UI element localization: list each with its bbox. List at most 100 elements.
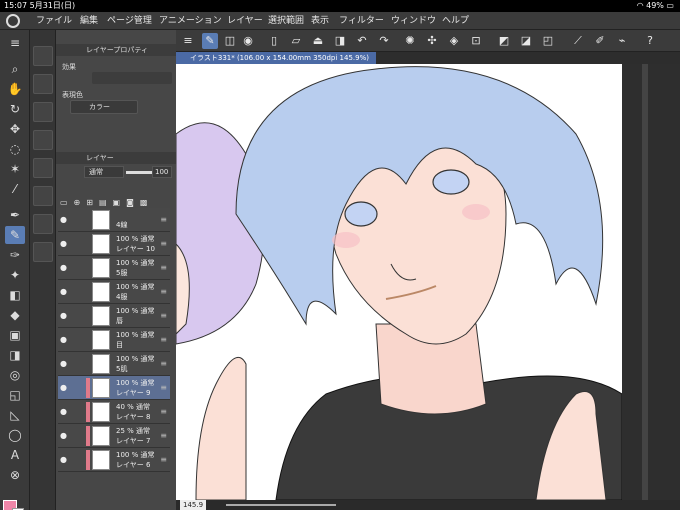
save-icon[interactable]: ⏏: [310, 33, 326, 49]
eyedropper-icon[interactable]: ⁄: [5, 180, 25, 198]
layer-drag-handle-icon[interactable]: ≡: [160, 431, 167, 440]
brush-icon[interactable]: ✎: [5, 226, 25, 244]
crop-icon[interactable]: ◪: [518, 33, 534, 49]
undo-icon[interactable]: ↶: [354, 33, 370, 49]
layer-row[interactable]: ● 100 % 通常目 ≡: [58, 328, 170, 352]
select-icon[interactable]: ◰: [540, 33, 556, 49]
subtool-icon[interactable]: [33, 46, 53, 66]
zoom-value[interactable]: 145.9: [180, 500, 207, 510]
frame-icon[interactable]: ◱: [5, 386, 25, 404]
subtool-icon[interactable]: [33, 130, 53, 150]
layer-panel-title[interactable]: レイヤー: [56, 152, 176, 164]
airbrush-icon[interactable]: ✑: [5, 246, 25, 264]
visibility-eye-icon[interactable]: ●: [60, 311, 67, 320]
layer-row[interactable]: ● 4線 ≡: [58, 208, 170, 232]
menu-window[interactable]: ウィンドウ: [391, 12, 436, 30]
brush-size-icon[interactable]: ✐: [592, 33, 608, 49]
visibility-eye-icon[interactable]: ●: [60, 335, 67, 344]
menu-icon[interactable]: ≡: [180, 33, 196, 49]
eraser-icon[interactable]: ◧: [5, 286, 25, 304]
subtool-icon[interactable]: [33, 102, 53, 122]
subtool-icon[interactable]: [33, 186, 53, 206]
blend-mode-select[interactable]: 通常: [84, 166, 124, 178]
visibility-eye-icon[interactable]: ●: [60, 239, 67, 248]
clear-icon[interactable]: ✣: [424, 33, 440, 49]
redo-icon[interactable]: ↷: [376, 33, 392, 49]
menu-edit[interactable]: 編集: [80, 12, 98, 30]
layer-drag-handle-icon[interactable]: ≡: [160, 287, 167, 296]
ruler-icon[interactable]: ◺: [5, 406, 25, 424]
menu-animation[interactable]: アニメーション: [159, 12, 222, 30]
document-tab[interactable]: イラスト331* (106.00 x 154.00mm 350dpi 145.9…: [176, 52, 376, 64]
visibility-eye-icon[interactable]: ●: [60, 455, 67, 464]
layer-row[interactable]: ● 100 % 通常 レイヤー 9 ≡: [58, 376, 170, 400]
layer-row[interactable]: ● 100 % 通常 5服 ≡: [58, 256, 170, 280]
layer-drag-handle-icon[interactable]: ≡: [160, 311, 167, 320]
pen-pressure-icon[interactable]: ⌁: [614, 33, 630, 49]
balloon-icon[interactable]: ◯: [5, 426, 25, 444]
subtool-icon[interactable]: [33, 158, 53, 178]
fill-bucket-icon[interactable]: ◈: [446, 33, 462, 49]
pen-mode-icon[interactable]: ✎: [202, 33, 218, 49]
layer-drag-handle-icon[interactable]: ≡: [160, 407, 167, 416]
menu-filter[interactable]: フィルター: [339, 12, 384, 30]
new-file-icon[interactable]: ▯: [266, 33, 282, 49]
export-icon[interactable]: ◨: [332, 33, 348, 49]
layer-drag-handle-icon[interactable]: ≡: [160, 383, 167, 392]
layer-drag-handle-icon[interactable]: ≡: [160, 239, 167, 248]
layer-drag-handle-icon[interactable]: ≡: [160, 335, 167, 344]
menu-selection[interactable]: 選択範囲: [268, 12, 304, 30]
vertical-scrollbar[interactable]: [642, 64, 648, 500]
collapse-icon[interactable]: ≡: [5, 34, 25, 52]
menu-layer[interactable]: レイヤー: [227, 12, 263, 30]
subtool-icon[interactable]: [33, 242, 53, 262]
layer-option-icon[interactable]: ◉: [240, 33, 256, 49]
visibility-eye-icon[interactable]: ●: [60, 263, 67, 272]
help-icon[interactable]: ?: [642, 33, 658, 49]
brush-settings-icon[interactable]: ◫: [222, 33, 238, 49]
visibility-eye-icon[interactable]: ●: [60, 287, 67, 296]
decoration-icon[interactable]: ✦: [5, 266, 25, 284]
correction-icon[interactable]: ⊗: [5, 466, 25, 484]
zoom-icon[interactable]: ⌕: [5, 60, 25, 78]
hand-icon[interactable]: ✋: [5, 80, 25, 98]
opacity-slider[interactable]: [126, 171, 152, 174]
layer-row[interactable]: ● 100 % 通常 5肌 ≡: [58, 352, 170, 376]
gradient-icon[interactable]: ◨: [5, 346, 25, 364]
layer-row[interactable]: ● 100 % 通常 レイヤー 10 ≡: [58, 232, 170, 256]
zoom-slider[interactable]: [226, 504, 336, 506]
transform-icon[interactable]: ⊡: [468, 33, 484, 49]
visibility-eye-icon[interactable]: ●: [60, 215, 67, 224]
layer-drag-handle-icon[interactable]: ≡: [160, 215, 167, 224]
subtool-icon[interactable]: [33, 214, 53, 234]
deselect-icon[interactable]: ◩: [496, 33, 512, 49]
move-icon[interactable]: ✥: [5, 120, 25, 138]
layer-row[interactable]: ● 100 % 通常 レイヤー 6 ≡: [58, 448, 170, 472]
visibility-eye-icon[interactable]: ●: [60, 359, 67, 368]
menu-page[interactable]: ページ管理: [107, 12, 152, 30]
layer-row[interactable]: ● 25 % 通常 レイヤー 7 ≡: [58, 424, 170, 448]
rotate-icon[interactable]: ↻: [5, 100, 25, 118]
layer-property-title[interactable]: レイヤープロパティ: [56, 44, 176, 56]
visibility-eye-icon[interactable]: ●: [60, 383, 67, 392]
menu-file[interactable]: ファイル: [36, 12, 72, 30]
figure-icon[interactable]: ◎: [5, 366, 25, 384]
layer-row[interactable]: ● 40 % 通常 レイヤー 8 ≡: [58, 400, 170, 424]
layer-row[interactable]: ● 100 % 通常唇 ≡: [58, 304, 170, 328]
blend-icon[interactable]: ◆: [5, 306, 25, 324]
layer-drag-handle-icon[interactable]: ≡: [160, 455, 167, 464]
effect-buttons[interactable]: [92, 72, 172, 84]
expression-color-select[interactable]: カラー: [70, 100, 138, 114]
correct-line-icon[interactable]: ⟋: [570, 33, 586, 49]
open-icon[interactable]: ▱: [288, 33, 304, 49]
loading-icon[interactable]: ✺: [402, 33, 418, 49]
layer-drag-handle-icon[interactable]: ≡: [160, 359, 167, 368]
layer-drag-handle-icon[interactable]: ≡: [160, 263, 167, 272]
text-icon[interactable]: A: [5, 446, 25, 464]
opacity-value[interactable]: 100: [152, 166, 172, 178]
layer-row[interactable]: ● 100 % 通常 4服 ≡: [58, 280, 170, 304]
subtool-icon[interactable]: [33, 74, 53, 94]
lasso-icon[interactable]: ◌: [5, 140, 25, 158]
magic-wand-icon[interactable]: ✶: [5, 160, 25, 178]
visibility-eye-icon[interactable]: ●: [60, 431, 67, 440]
